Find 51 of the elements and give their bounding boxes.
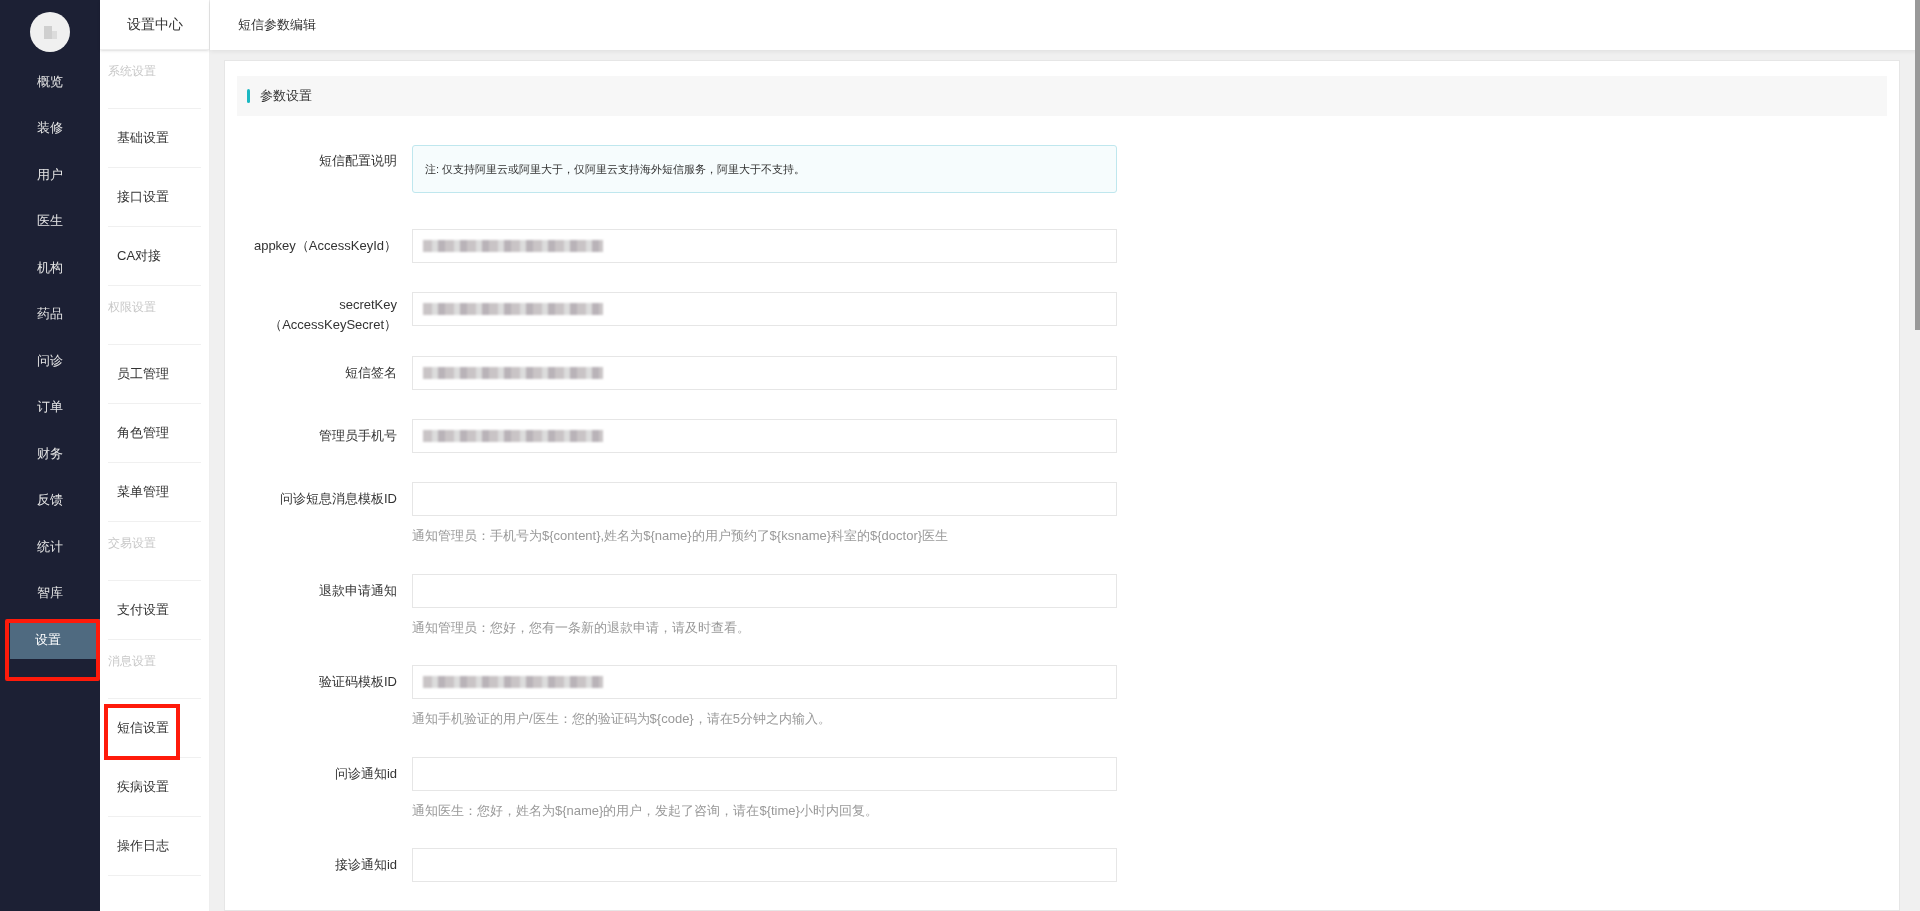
field-label: appkey（AccessKeyId） bbox=[252, 237, 397, 255]
field-label: 问诊通知id bbox=[333, 764, 397, 783]
nav-item[interactable]: 药品 bbox=[0, 293, 100, 334]
sub-nav-item[interactable]: 接口设置 bbox=[117, 187, 169, 207]
field-label: 短信签名 bbox=[344, 364, 397, 382]
sub-nav-item[interactable]: 基础设置 bbox=[117, 128, 169, 148]
input-field[interactable] bbox=[412, 665, 1117, 699]
input-field[interactable] bbox=[412, 848, 1117, 882]
nav-item[interactable]: 概览 bbox=[0, 61, 100, 102]
nav-item[interactable]: 智库 bbox=[0, 572, 100, 613]
nav-item[interactable]: 订单 bbox=[0, 386, 100, 427]
section-title: 参数设置 bbox=[260, 87, 312, 106]
nav-item[interactable]: 机构 bbox=[0, 247, 100, 288]
field-hint: 通知管理员：手机号为${content},姓名为${name}的用户预约了${ksname}科室的${doctor}医生 bbox=[412, 527, 950, 545]
avatar-icon bbox=[30, 12, 70, 52]
sub-nav-item[interactable]: 短信设置 bbox=[117, 718, 169, 738]
nav-item[interactable]: 问诊 bbox=[0, 340, 100, 381]
field-label: secretKey（AccessKeySecret） bbox=[268, 296, 397, 334]
sub-nav-title: 设置中心 bbox=[100, 0, 209, 50]
nav-item[interactable]: 统计 bbox=[0, 526, 100, 567]
info-note: 注: 仅支持阿里云或阿里大于，仅阿里云支持海外短信服务，阿里大于不支持。 bbox=[412, 145, 1117, 193]
sub-nav-item[interactable]: 菜单管理 bbox=[117, 482, 169, 502]
accent-bar-icon bbox=[247, 89, 250, 103]
nav-item[interactable]: 用户 bbox=[0, 154, 100, 195]
input-field[interactable] bbox=[412, 482, 1117, 516]
sub-nav-item[interactable]: 操作日志 bbox=[117, 836, 169, 856]
field-label: 管理员手机号 bbox=[318, 427, 397, 445]
sub-nav-item[interactable]: 员工管理 bbox=[117, 364, 169, 384]
field-label: 验证码模板ID bbox=[318, 673, 397, 691]
input-field[interactable] bbox=[412, 756, 1117, 791]
input-field[interactable] bbox=[412, 573, 1117, 608]
input-field[interactable] bbox=[412, 292, 1117, 326]
nav-item[interactable]: 财务 bbox=[0, 433, 100, 474]
input-field[interactable] bbox=[412, 356, 1117, 390]
nav-item[interactable]: 医生 bbox=[0, 200, 100, 241]
input-field[interactable] bbox=[412, 419, 1117, 453]
sub-nav-item[interactable]: 角色管理 bbox=[117, 423, 169, 443]
field-label: 问诊短息消息模板ID bbox=[279, 490, 397, 508]
input-field[interactable] bbox=[412, 229, 1117, 263]
scrollbar-thumb[interactable] bbox=[1915, 0, 1920, 330]
field-label: 退款申请通知 bbox=[318, 581, 397, 600]
sub-nav-item[interactable]: CA对接 bbox=[117, 246, 162, 266]
sub-nav-item[interactable]: 疾病设置 bbox=[117, 777, 169, 797]
field-hint: 通知手机验证的用户/医生：您的验证码为${code}，请在5分钟之内输入。 bbox=[412, 710, 832, 728]
field-hint: 通知医生：您好，姓名为${name}的用户，发起了咨询，请在${time}小时内回复。 bbox=[412, 801, 879, 820]
nav-item[interactable]: 反馈 bbox=[0, 479, 100, 520]
field-label: 短信配置说明 bbox=[318, 152, 397, 170]
field-label: 接诊通知id bbox=[333, 856, 397, 874]
nav-item[interactable]: 装修 bbox=[0, 107, 100, 148]
page-title: 短信参数编辑 bbox=[238, 16, 316, 35]
sub-nav-item[interactable]: 支付设置 bbox=[117, 600, 169, 620]
